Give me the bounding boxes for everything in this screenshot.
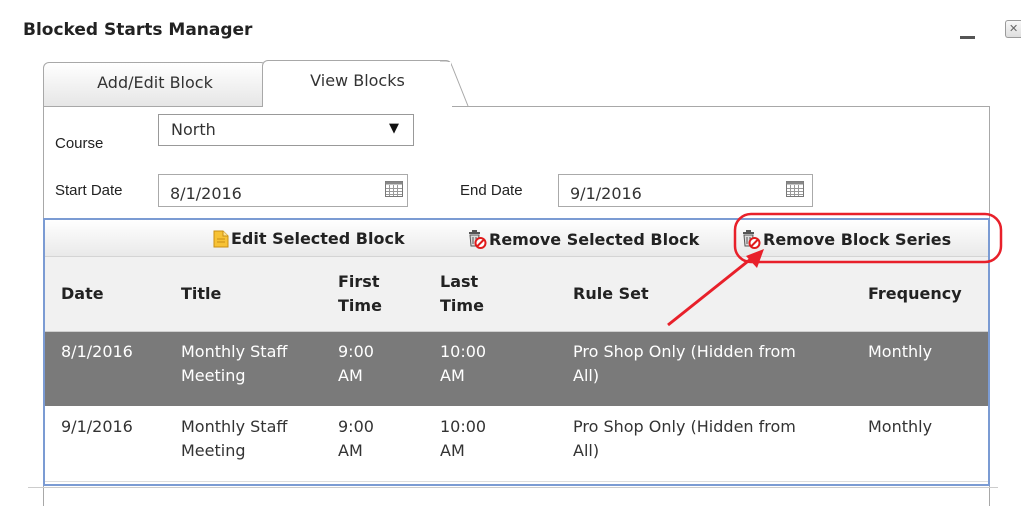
column-header-rule-set[interactable]: Rule Set <box>573 282 813 306</box>
trash-delete-icon <box>469 230 487 249</box>
column-header-frequency[interactable]: Frequency <box>868 282 978 306</box>
start-date-value: 8/1/2016 <box>170 184 242 203</box>
start-date-input[interactable]: 8/1/2016 <box>158 174 408 207</box>
cell-last-time: 10:00 AM <box>440 417 487 460</box>
tab-view-blocks[interactable]: View Blocks <box>262 60 452 107</box>
cell-rule-set: Pro Shop Only (Hidden from All) <box>573 417 796 460</box>
dropdown-arrow-icon[interactable]: ▼ <box>389 121 399 136</box>
trash-delete-icon <box>743 230 761 249</box>
window-title: Blocked Starts Manager <box>23 20 253 40</box>
cell-frequency: Monthly <box>868 417 933 436</box>
course-select-value: North <box>171 120 216 139</box>
cell-first-time: 9:00 AM <box>338 417 374 460</box>
course-select[interactable]: North ▼ <box>158 114 414 146</box>
minimize-icon[interactable] <box>960 36 975 39</box>
cell-rule-set: Pro Shop Only (Hidden from All) <box>573 342 796 385</box>
end-date-label: End Date <box>460 182 523 199</box>
column-header-first-time[interactable]: First Time <box>338 270 393 318</box>
table-header: Date Title First Time Last Time Rule Set… <box>45 257 988 332</box>
title-bar: Blocked Starts Manager ✕ <box>0 0 1021 44</box>
calendar-icon[interactable] <box>385 181 403 197</box>
remove-block-series-button[interactable]: Remove Block Series <box>741 229 951 249</box>
cell-date: 8/1/2016 <box>61 342 133 361</box>
start-date-label: Start Date <box>55 182 123 199</box>
cell-title: Monthly Staff Meeting <box>181 417 288 460</box>
cell-last-time: 10:00 AM <box>440 342 487 385</box>
table-row[interactable]: 9/1/2016 Monthly Staff Meeting 9:00 AM 1… <box>45 407 988 482</box>
course-label: Course <box>55 135 104 152</box>
calendar-icon[interactable] <box>786 181 804 197</box>
table-row[interactable]: 8/1/2016 Monthly Staff Meeting 9:00 AM 1… <box>45 332 988 406</box>
grid-toolbar: Edit Selected Block Remove Selected Bloc… <box>45 220 988 257</box>
cell-date: 9/1/2016 <box>61 417 133 436</box>
edit-selected-block-label: Edit Selected Block <box>231 229 405 248</box>
remove-block-series-label: Remove Block Series <box>763 230 952 249</box>
remove-selected-block-button[interactable]: Remove Selected Block <box>467 229 699 249</box>
column-header-last-time[interactable]: Last Time <box>440 270 495 318</box>
cell-title: Monthly Staff Meeting <box>181 342 288 385</box>
remove-selected-block-label: Remove Selected Block <box>489 230 700 249</box>
tab-add-edit-block[interactable]: Add/Edit Block <box>43 62 267 106</box>
column-header-title[interactable]: Title <box>181 282 321 306</box>
blocks-grid: Edit Selected Block Remove Selected Bloc… <box>43 218 990 486</box>
tab-edge-decoration <box>440 60 469 107</box>
cell-frequency: Monthly <box>868 342 933 361</box>
cell-first-time: 9:00 AM <box>338 342 374 385</box>
edit-selected-block-button[interactable]: Edit Selected Block <box>213 229 405 248</box>
end-date-value: 9/1/2016 <box>570 184 642 203</box>
column-header-date[interactable]: Date <box>61 282 161 306</box>
close-icon[interactable]: ✕ <box>1005 20 1021 38</box>
end-date-input[interactable]: 9/1/2016 <box>558 174 813 207</box>
edit-document-icon <box>213 230 229 248</box>
